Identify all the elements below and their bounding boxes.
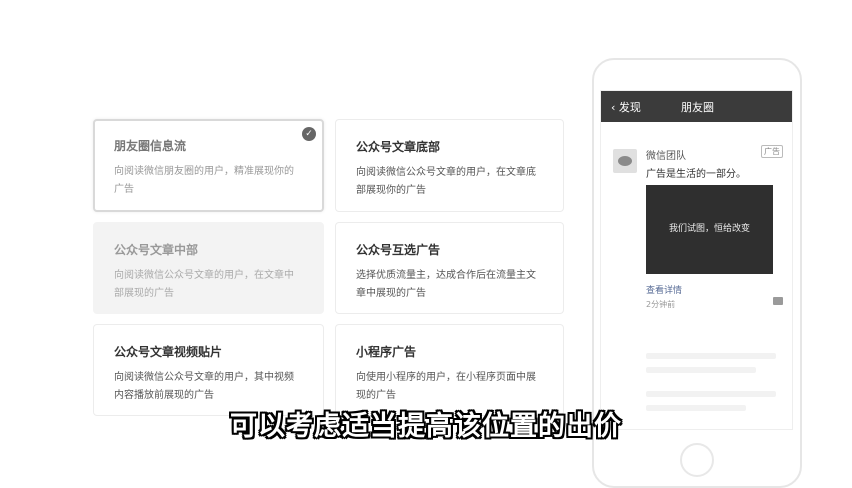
detail-link[interactable]: 查看详情	[646, 283, 682, 296]
ad-option-card-mini-program[interactable]: 小程序广告 向使用小程序的用户，在小程序页面中展现的广告	[335, 324, 564, 416]
card-title: 公众号文章视频贴片	[114, 345, 223, 359]
card-description: 向使用小程序的用户，在小程序页面中展现的广告	[356, 372, 536, 401]
card-description: 向阅读微信公众号文章的用户，在文章中部展现的广告	[114, 270, 294, 299]
placeholder-line	[646, 391, 776, 397]
ad-option-card-mutual-selection[interactable]: 公众号互选广告 选择优质流量主，达成合作后在流量主文章中展现的广告	[335, 222, 564, 314]
card-description: 选择优质流量主，达成合作后在流量主文章中展现的广告	[356, 270, 536, 299]
placeholder-line	[646, 353, 776, 359]
card-description: 向阅读微信朋友圈的用户，精准展现你的广告	[114, 166, 294, 195]
ad-option-card-article-bottom[interactable]: 公众号文章底部 向阅读微信公众号文章的用户，在文章底部展现你的广告	[335, 119, 564, 212]
back-label: 发现	[618, 101, 641, 114]
ad-tag-badge[interactable]: 广告	[761, 145, 783, 158]
card-title: 小程序广告	[356, 345, 417, 359]
phone-nav-bar: ‹ 发现 朋友圈	[601, 91, 792, 122]
ad-option-card-article-middle[interactable]: 公众号文章中部 向阅读微信公众号文章的用户，在文章中部展现的广告	[93, 222, 324, 314]
home-button	[680, 443, 714, 477]
card-title: 朋友圈信息流	[114, 139, 187, 153]
placeholder-line	[646, 367, 756, 373]
account-name: 微信团队	[646, 151, 686, 162]
check-icon: ✓	[302, 127, 316, 141]
card-title: 公众号互选广告	[356, 243, 441, 257]
wechat-logo-icon	[613, 149, 637, 173]
ad-text: 广告是生活的一部分。	[646, 169, 746, 180]
ad-option-card-video-patch[interactable]: 公众号文章视频贴片 向阅读微信公众号文章的用户，其中视频内容播放前展现的广告	[93, 324, 324, 416]
card-title: 公众号文章底部	[356, 140, 441, 154]
video-subtitle: 可以考虑适当提高该位置的出价	[230, 411, 622, 442]
back-button[interactable]: ‹ 发现	[611, 99, 641, 115]
card-description: 向阅读微信公众号文章的用户，其中视频内容播放前展现的广告	[114, 372, 294, 401]
card-description: 向阅读微信公众号文章的用户，在文章底部展现你的广告	[356, 167, 536, 196]
ad-image-text: 我们试图，恒给改变	[668, 224, 750, 234]
phone-screen: ‹ 发现 朋友圈 微信团队 广告 广告是生活的一部分。 我们试图，恒给改变 查看…	[600, 90, 793, 430]
card-title: 公众号文章中部	[114, 243, 199, 257]
nav-title: 朋友圈	[681, 101, 714, 114]
post-time: 2分钟前	[646, 300, 676, 309]
ad-image[interactable]: 我们试图，恒给改变	[646, 185, 773, 274]
ad-option-card-moments[interactable]: 朋友圈信息流 向阅读微信朋友圈的用户，精准展现你的广告 ✓	[93, 119, 324, 212]
comment-icon[interactable]	[773, 297, 783, 305]
